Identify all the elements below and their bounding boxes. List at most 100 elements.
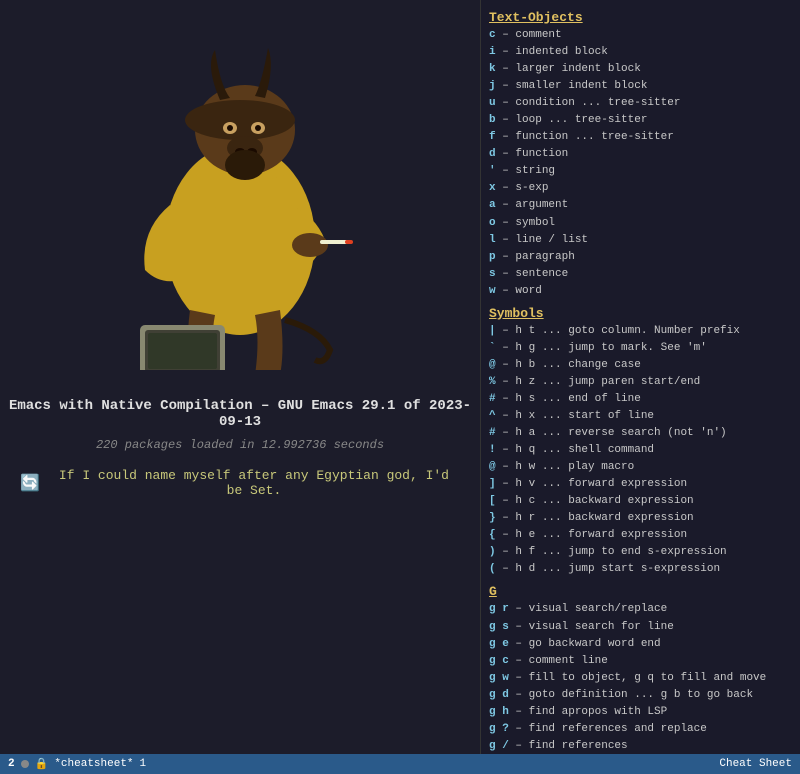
section-title-1: Symbols <box>489 306 792 321</box>
list-item: ` – h g ... jump to mark. See 'm' <box>489 340 792 357</box>
key-char: g e <box>489 638 509 650</box>
key-char: ] <box>489 478 496 490</box>
list-item: % – h z ... jump paren start/end <box>489 374 792 391</box>
key-char: i <box>489 46 496 58</box>
list-item: g / – find references <box>489 738 792 754</box>
list-item: ( – h d ... jump start s-expression <box>489 561 792 578</box>
list-item: @ – h b ... change case <box>489 357 792 374</box>
list-item: g r – visual search/replace <box>489 601 792 618</box>
status-left: 2 🔒 *cheatsheet* 1 <box>8 757 146 771</box>
quote-line: 🔄 If I could name myself after any Egypt… <box>0 468 480 498</box>
status-dot <box>21 760 29 768</box>
list-item: i – indented block <box>489 44 792 61</box>
key-char: @ <box>489 359 496 371</box>
list-item: [ – h c ... backward expression <box>489 493 792 510</box>
list-item: ] – h v ... forward expression <box>489 476 792 493</box>
list-item: ) – h f ... jump to end s-expression <box>489 544 792 561</box>
list-item: b – loop ... tree-sitter <box>489 112 792 129</box>
key-char: w <box>489 285 496 297</box>
list-item: o – symbol <box>489 215 792 232</box>
left-panel: Emacs with Native Compilation – GNU Emac… <box>0 0 480 774</box>
key-char: g w <box>489 672 509 684</box>
key-char: { <box>489 529 496 541</box>
key-char: ) <box>489 546 496 558</box>
key-char: [ <box>489 495 496 507</box>
list-item: g ? – find references and replace <box>489 721 792 738</box>
list-item: { – h e ... forward expression <box>489 527 792 544</box>
file-lock-icon: 🔒 <box>35 757 49 771</box>
key-char: o <box>489 217 496 229</box>
list-item: a – argument <box>489 197 792 214</box>
buffer-num: 1 <box>140 758 147 770</box>
list-item: | – h t ... goto column. Number prefix <box>489 323 792 340</box>
key-char: f <box>489 131 496 143</box>
section-title-2: G <box>489 584 792 599</box>
key-char: ^ <box>489 410 496 422</box>
key-char: k <box>489 63 496 75</box>
key-char: b <box>489 114 496 126</box>
keybind-list-1: | – h t ... goto column. Number prefix` … <box>489 323 792 579</box>
key-char: c <box>489 29 496 41</box>
status-right: Cheat Sheet <box>719 758 792 770</box>
section-title-0: Text-Objects <box>489 10 792 25</box>
key-char: j <box>489 80 496 92</box>
list-item: w – word <box>489 283 792 300</box>
key-char: g / <box>489 740 509 752</box>
right-panel[interactable]: Text-Objects c – commenti – indented bloc… <box>480 0 800 754</box>
key-char: # <box>489 393 496 405</box>
quote-text: If I could name myself after any Egyptia… <box>48 468 460 498</box>
key-char: p <box>489 251 496 263</box>
key-char: % <box>489 376 496 388</box>
status-bar: 2 🔒 *cheatsheet* 1 Cheat Sheet <box>0 754 800 774</box>
list-item: g d – goto definition ... g b to go back <box>489 687 792 704</box>
key-char: ( <box>489 563 496 575</box>
list-item: g e – go backward word end <box>489 636 792 653</box>
list-item: } – h r ... backward expression <box>489 510 792 527</box>
list-item: x – s-exp <box>489 180 792 197</box>
key-char: g ? <box>489 723 509 735</box>
mode-line-number: 2 <box>8 758 15 770</box>
list-item: g s – visual search for line <box>489 619 792 636</box>
list-item: u – condition ... tree-sitter <box>489 95 792 112</box>
gnu-mascot-image <box>80 20 400 380</box>
list-item: ' – string <box>489 163 792 180</box>
list-item: # – h a ... reverse search (not 'n') <box>489 425 792 442</box>
keybind-list-2: g r – visual search/replaceg s – visual … <box>489 601 792 754</box>
key-char: g h <box>489 706 509 718</box>
list-item: ^ – h x ... start of line <box>489 408 792 425</box>
list-item: f – function ... tree-sitter <box>489 129 792 146</box>
list-item: c – comment <box>489 27 792 44</box>
list-item: j – smaller indent block <box>489 78 792 95</box>
key-char: g s <box>489 621 509 633</box>
packages-loaded: 220 packages loaded in 12.992736 seconds <box>96 438 384 452</box>
key-char: x <box>489 182 496 194</box>
key-char: a <box>489 199 496 211</box>
list-item: l – line / list <box>489 232 792 249</box>
list-item: d – function <box>489 146 792 163</box>
list-item: k – larger indent block <box>489 61 792 78</box>
key-char: d <box>489 148 496 160</box>
emacs-title: Emacs with Native Compilation – GNU Emac… <box>0 398 480 430</box>
key-char: } <box>489 512 496 524</box>
key-char: | <box>489 325 496 337</box>
key-char: g c <box>489 655 509 667</box>
keybind-list-0: c – commenti – indented blockk – larger … <box>489 27 792 300</box>
key-char: g r <box>489 603 509 615</box>
key-char: l <box>489 234 496 246</box>
list-item: g h – find apropos with LSP <box>489 704 792 721</box>
key-char: u <box>489 97 496 109</box>
key-char: ! <box>489 444 496 456</box>
list-item: ! – h q ... shell command <box>489 442 792 459</box>
key-char: ' <box>489 165 496 177</box>
list-item: # – h s ... end of line <box>489 391 792 408</box>
key-char: g d <box>489 689 509 701</box>
buffer-name: *cheatsheet* <box>54 758 133 770</box>
key-char: s <box>489 268 496 280</box>
list-item: g w – fill to object, g q to fill and mo… <box>489 670 792 687</box>
list-item: g c – comment line <box>489 653 792 670</box>
quote-icon: 🔄 <box>20 473 40 493</box>
list-item: p – paragraph <box>489 249 792 266</box>
key-char: ` <box>489 342 496 354</box>
list-item: @ – h w ... play macro <box>489 459 792 476</box>
key-char: # <box>489 427 496 439</box>
